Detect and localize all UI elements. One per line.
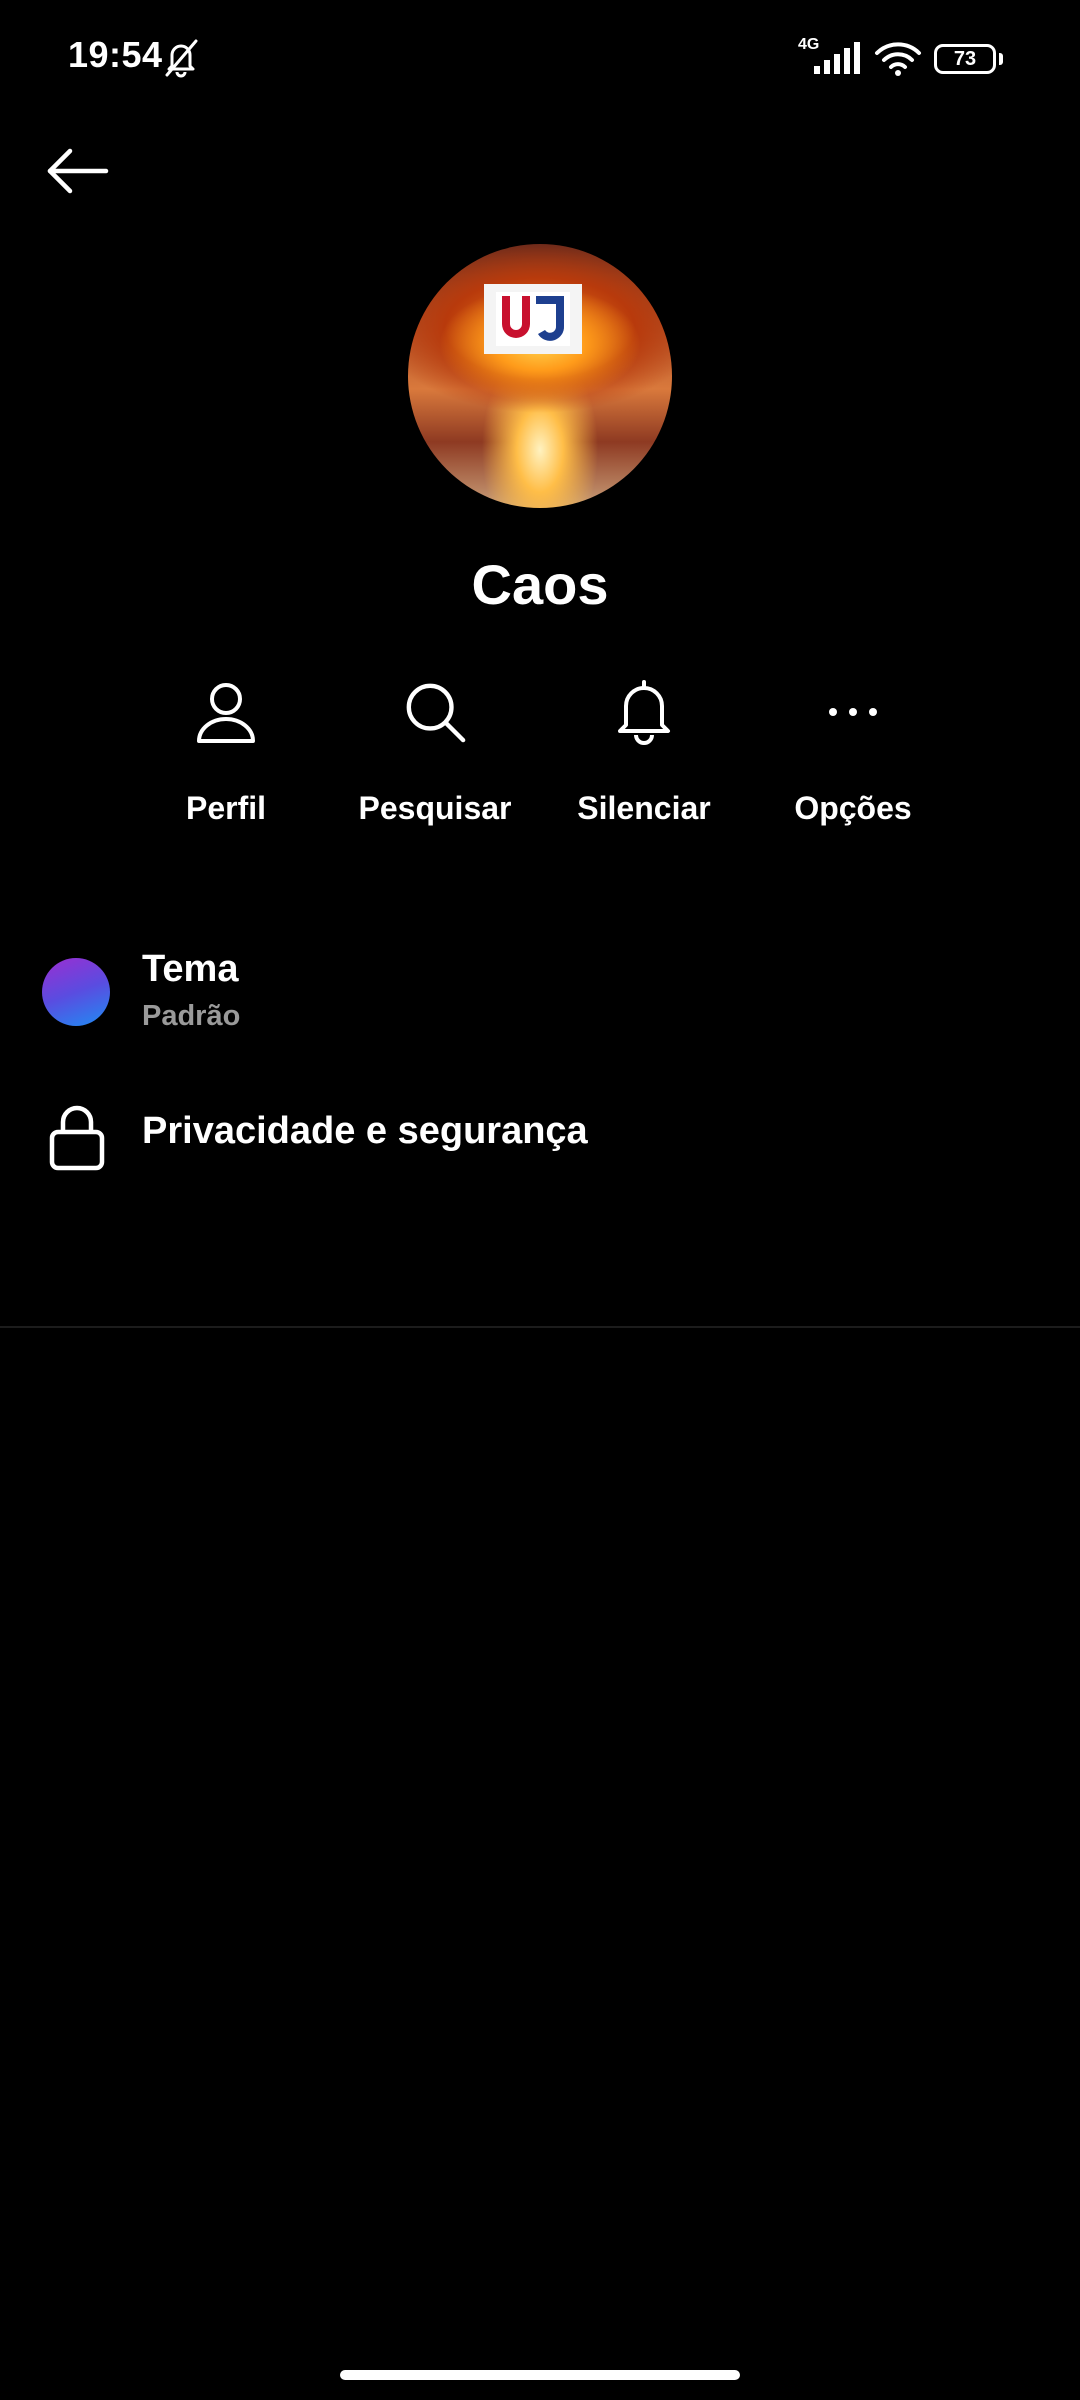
status-time: 19:54 — [68, 34, 163, 75]
search-icon — [406, 683, 466, 743]
action-row: Perfil Pesquisar Silenciar Opções — [0, 676, 1080, 846]
mute-button-label: Silenciar — [577, 790, 711, 826]
battery-cap — [999, 53, 1003, 65]
search-button[interactable]: Pesquisar — [335, 676, 535, 846]
avatar[interactable] — [408, 244, 672, 508]
uj-logo — [484, 284, 582, 354]
status-bar: 19:54 4G 73 — [0, 0, 1080, 120]
battery-level: 73 — [953, 48, 977, 70]
profile-name: Caos — [471, 553, 609, 616]
more-horizontal-icon — [829, 708, 877, 716]
back-button[interactable] — [38, 136, 116, 206]
options-button-label: Opções — [794, 790, 912, 826]
search-button-label: Pesquisar — [358, 790, 512, 826]
theme-color-swatch — [42, 958, 110, 1026]
privacy-menu-item[interactable]: Privacidade e segurança — [0, 1094, 1080, 1174]
options-button[interactable]: Opções — [753, 676, 953, 846]
mute-button[interactable]: Silenciar — [544, 676, 744, 846]
theme-value: Padrão — [142, 1000, 241, 1032]
wifi-icon — [875, 42, 921, 76]
theme-title: Tema — [142, 948, 239, 990]
profile-button[interactable]: Perfil — [126, 676, 326, 846]
bell-icon — [618, 680, 670, 745]
divider — [0, 1326, 1080, 1328]
arrow-left-icon — [47, 148, 109, 194]
lock-icon — [49, 1105, 105, 1171]
profile-button-label: Perfil — [185, 790, 267, 826]
theme-menu-item[interactable]: Tema Padrão — [0, 936, 1080, 1046]
battery-indicator: 73 — [934, 44, 996, 74]
bell-off-icon — [165, 39, 198, 78]
signal-icon — [814, 42, 860, 74]
person-icon — [197, 683, 255, 743]
home-indicator[interactable] — [340, 2370, 740, 2380]
privacy-label: Privacidade e segurança — [142, 1110, 588, 1152]
